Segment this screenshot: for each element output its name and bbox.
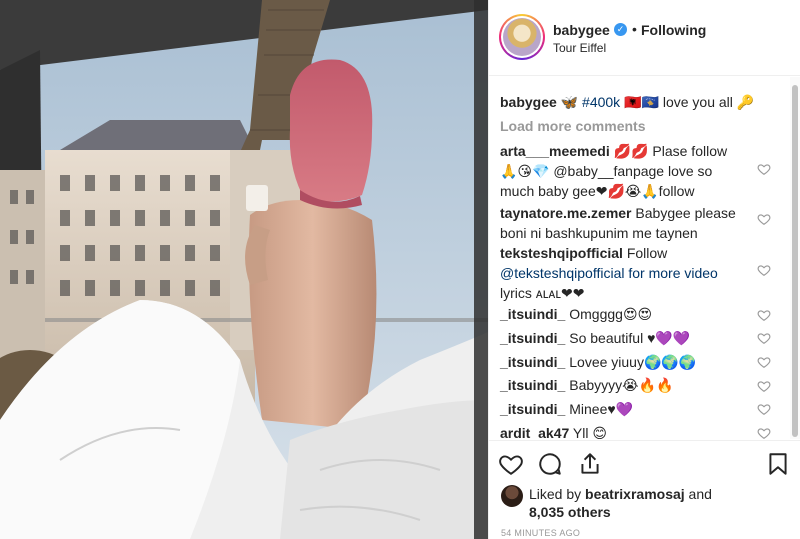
likes-others-count[interactable]: 8,035 others [529,504,611,520]
comment-item: arta___meemedi 💋💋 Plase follow 🙏😘💎 @baby… [500,141,756,201]
comment-text: boni ni bashkupunim me taynen [500,225,698,241]
bookmark-icon[interactable] [765,451,791,477]
liked-by-prefix: Liked by [529,486,582,502]
liker-username[interactable]: beatrixramosaj [585,486,685,502]
location-link[interactable]: Tour Eiffel [553,41,606,55]
comment-like-heart-icon[interactable] [757,379,771,393]
comment-like-heart-icon[interactable] [757,402,771,416]
liked-by-text: Liked by beatrixramosaj and 8,035 others [529,485,712,521]
post-header: babygee ✓ • Following Tour Eiffel [489,0,800,76]
liker-avatar[interactable] [501,485,523,507]
comment-like-heart-icon[interactable] [757,426,771,439]
comment-item: _itsuindi_ Minee♥💜 [500,399,756,419]
comment-text: Babyyyy😭🔥🔥 [569,377,674,393]
comment-like-heart-icon[interactable] [757,162,771,176]
comment-username[interactable]: _itsuindi_ [500,354,565,370]
comment-like-heart-icon[interactable] [757,355,771,369]
comment-username[interactable]: taynatore.me.zemer [500,205,632,221]
comment-item: _itsuindi_ Omgggg😍😍 [500,304,756,324]
comment-text: Minee♥💜 [569,401,634,417]
post-side-panel: babygee ✓ • Following Tour Eiffel babyge… [488,0,800,539]
comment-text: Omgggg😍😍 [569,306,653,322]
comments-scrollbar-thumb[interactable] [792,85,798,437]
comment-item: taynatore.me.zemer Babygee please boni n… [500,203,756,243]
comment-text: lyrics ᴀʟᴀʟ❤❤ [500,285,585,301]
comment-username[interactable]: _itsuindi_ [500,377,565,393]
comment-item: _itsuindi_ Lovee yiuuy🌍🌍🌍 [500,352,756,372]
comment-item: ardit_ak47 Yll 😊 [500,423,756,439]
caption-hashtag[interactable]: #400k [582,94,620,110]
comment-username[interactable]: _itsuindi_ [500,330,565,346]
comments-section[interactable]: babygee 🦋 #400k 🇦🇱🇽🇰 love you all 🔑 Load… [489,77,800,439]
comment-text: Yll 😊 [572,425,607,439]
comment-like-heart-icon[interactable] [757,308,771,322]
comment-text: 💋💋 Plase follow [613,143,728,159]
comment-item: teksteshqipofficial Follow @teksteshqipo… [500,243,756,303]
comment-like-heart-icon[interactable] [757,212,771,226]
comment-text: 🙏😘💎 @baby__fanpage love so [500,163,713,179]
speech-bubble-icon[interactable] [537,451,563,477]
header-username[interactable]: babygee [553,22,610,38]
comment-text: Lovee yiuuy🌍🌍🌍 [569,354,697,370]
comment-username[interactable]: arta___meemedi [500,143,610,159]
comment-like-heart-icon[interactable] [757,263,771,277]
caption-username[interactable]: babygee [500,94,557,110]
photo-illustration [0,0,488,539]
heart-outline-icon[interactable] [498,451,524,477]
comment-mention[interactable]: @teksteshqipofficial for more video [500,265,718,281]
post-actions-bar [489,440,800,484]
avatar[interactable] [499,14,545,60]
comment-like-heart-icon[interactable] [757,331,771,345]
comment-text: Follow [626,245,668,261]
liked-by-conj: and [688,486,712,502]
comment-item: _itsuindi_ Babyyyy😭🔥🔥 [500,375,756,395]
likes-summary: Liked by beatrixramosaj and 8,035 others [489,482,800,522]
comment-username[interactable]: ardit_ak47 [500,425,569,439]
share-icon[interactable] [577,451,603,477]
comment-text: So beautiful ♥💜💜 [569,330,691,346]
comment-username[interactable]: _itsuindi_ [500,306,565,322]
instagram-post-view: babygee ✓ • Following Tour Eiffel babyge… [0,0,800,539]
load-more-comments-button[interactable]: Load more comments [500,118,645,134]
post-photo[interactable] [0,0,488,539]
caption-emoji: 🦋 [560,94,579,110]
comment-text: Babygee please [635,205,736,221]
comment-username[interactable]: teksteshqipofficial [500,245,623,261]
verified-badge-icon: ✓ [614,23,627,36]
comment-item: _itsuindi_ So beautiful ♥💜💜 [500,328,756,348]
comment-text: much baby gee❤💋😭🙏follow [500,183,695,199]
post-caption: babygee 🦋 #400k 🇦🇱🇽🇰 love you all 🔑 [500,93,754,111]
post-timestamp[interactable]: 54 MINUTES AGO [501,528,580,538]
caption-text: 🇦🇱🇽🇰 love you all 🔑 [624,94,755,110]
header-separator: • [632,21,637,37]
comment-username[interactable]: _itsuindi_ [500,401,565,417]
following-button[interactable]: Following [641,22,706,38]
